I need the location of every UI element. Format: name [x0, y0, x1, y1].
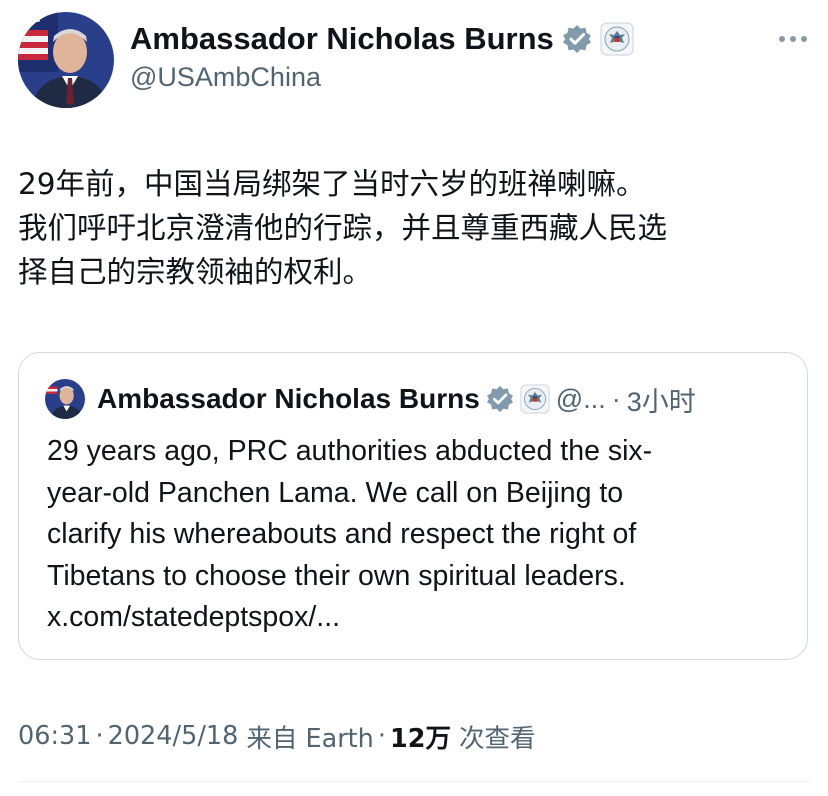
quoted-tweet-header: Ambassador Nicholas Burns @... · 3小时 [45, 379, 696, 419]
tweet-source: 来自 Earth [246, 723, 374, 754]
quoted-text-line: 29 years ago, PRC authorities abducted t… [47, 435, 653, 467]
views-label: 次查看 [458, 723, 536, 754]
quoted-tweet-text: 29 years ago, PRC authorities abducted t… [47, 431, 787, 639]
tweet-text: 29年前，中国当局绑架了当时六岁的班禅喇嘛。 我们呼吁北京澄清他的行踪，并且尊重… [18, 162, 818, 294]
quoted-author-avatar[interactable] [45, 379, 85, 419]
quoted-text-line: clarify his whereabouts and respect the … [47, 518, 637, 550]
quoted-tweet-card[interactable]: Ambassador Nicholas Burns @... · 3小时 29 … [18, 352, 808, 660]
author-display-name[interactable]: Ambassador Nicholas Burns [130, 21, 554, 57]
quoted-state-department-seal-icon [520, 384, 550, 414]
quoted-author-display-name[interactable]: Ambassador Nicholas Burns [97, 383, 480, 415]
quoted-text-line: year-old Panchen Lama. We call on Beijin… [47, 476, 624, 509]
state-department-seal-icon[interactable] [600, 22, 634, 56]
author-name-row: Ambassador Nicholas Burns [130, 18, 634, 60]
tweet-text-line: 择自己的宗教领袖的权利。 [18, 255, 373, 289]
author-handle[interactable]: @USAmbChina [130, 62, 321, 93]
quoted-separator: · [611, 383, 621, 414]
quoted-link[interactable]: x.com/statedeptspox/... [47, 597, 787, 639]
tweet-text-line: 我们呼吁北京澄清他的行踪，并且尊重西藏人民选 [18, 211, 668, 245]
quoted-author-handle[interactable]: @... [556, 384, 606, 415]
author-avatar[interactable] [18, 12, 114, 108]
meta-separator: · [95, 721, 104, 751]
tweet-time[interactable]: 06:31 [18, 721, 92, 751]
more-options-icon[interactable] [776, 24, 810, 54]
divider [18, 781, 810, 782]
meta-separator: · [377, 721, 386, 751]
tweet-date[interactable]: 2024/5/18 [108, 721, 239, 751]
tweet-meta: 06:31 · 2024/5/18 来自 Earth · 12万 次查看 [18, 716, 535, 756]
quoted-verified-badge-icon [486, 385, 514, 413]
quoted-text-line: Tibetans to choose their own spiritual l… [47, 559, 626, 592]
verified-badge-icon[interactable] [562, 24, 592, 54]
views-count: 12万 [389, 723, 451, 754]
quoted-tweet-time[interactable]: 3小时 [627, 380, 696, 419]
tweet-text-line: 29年前，中国当局绑架了当时六岁的班禅喇嘛。 [18, 167, 646, 201]
